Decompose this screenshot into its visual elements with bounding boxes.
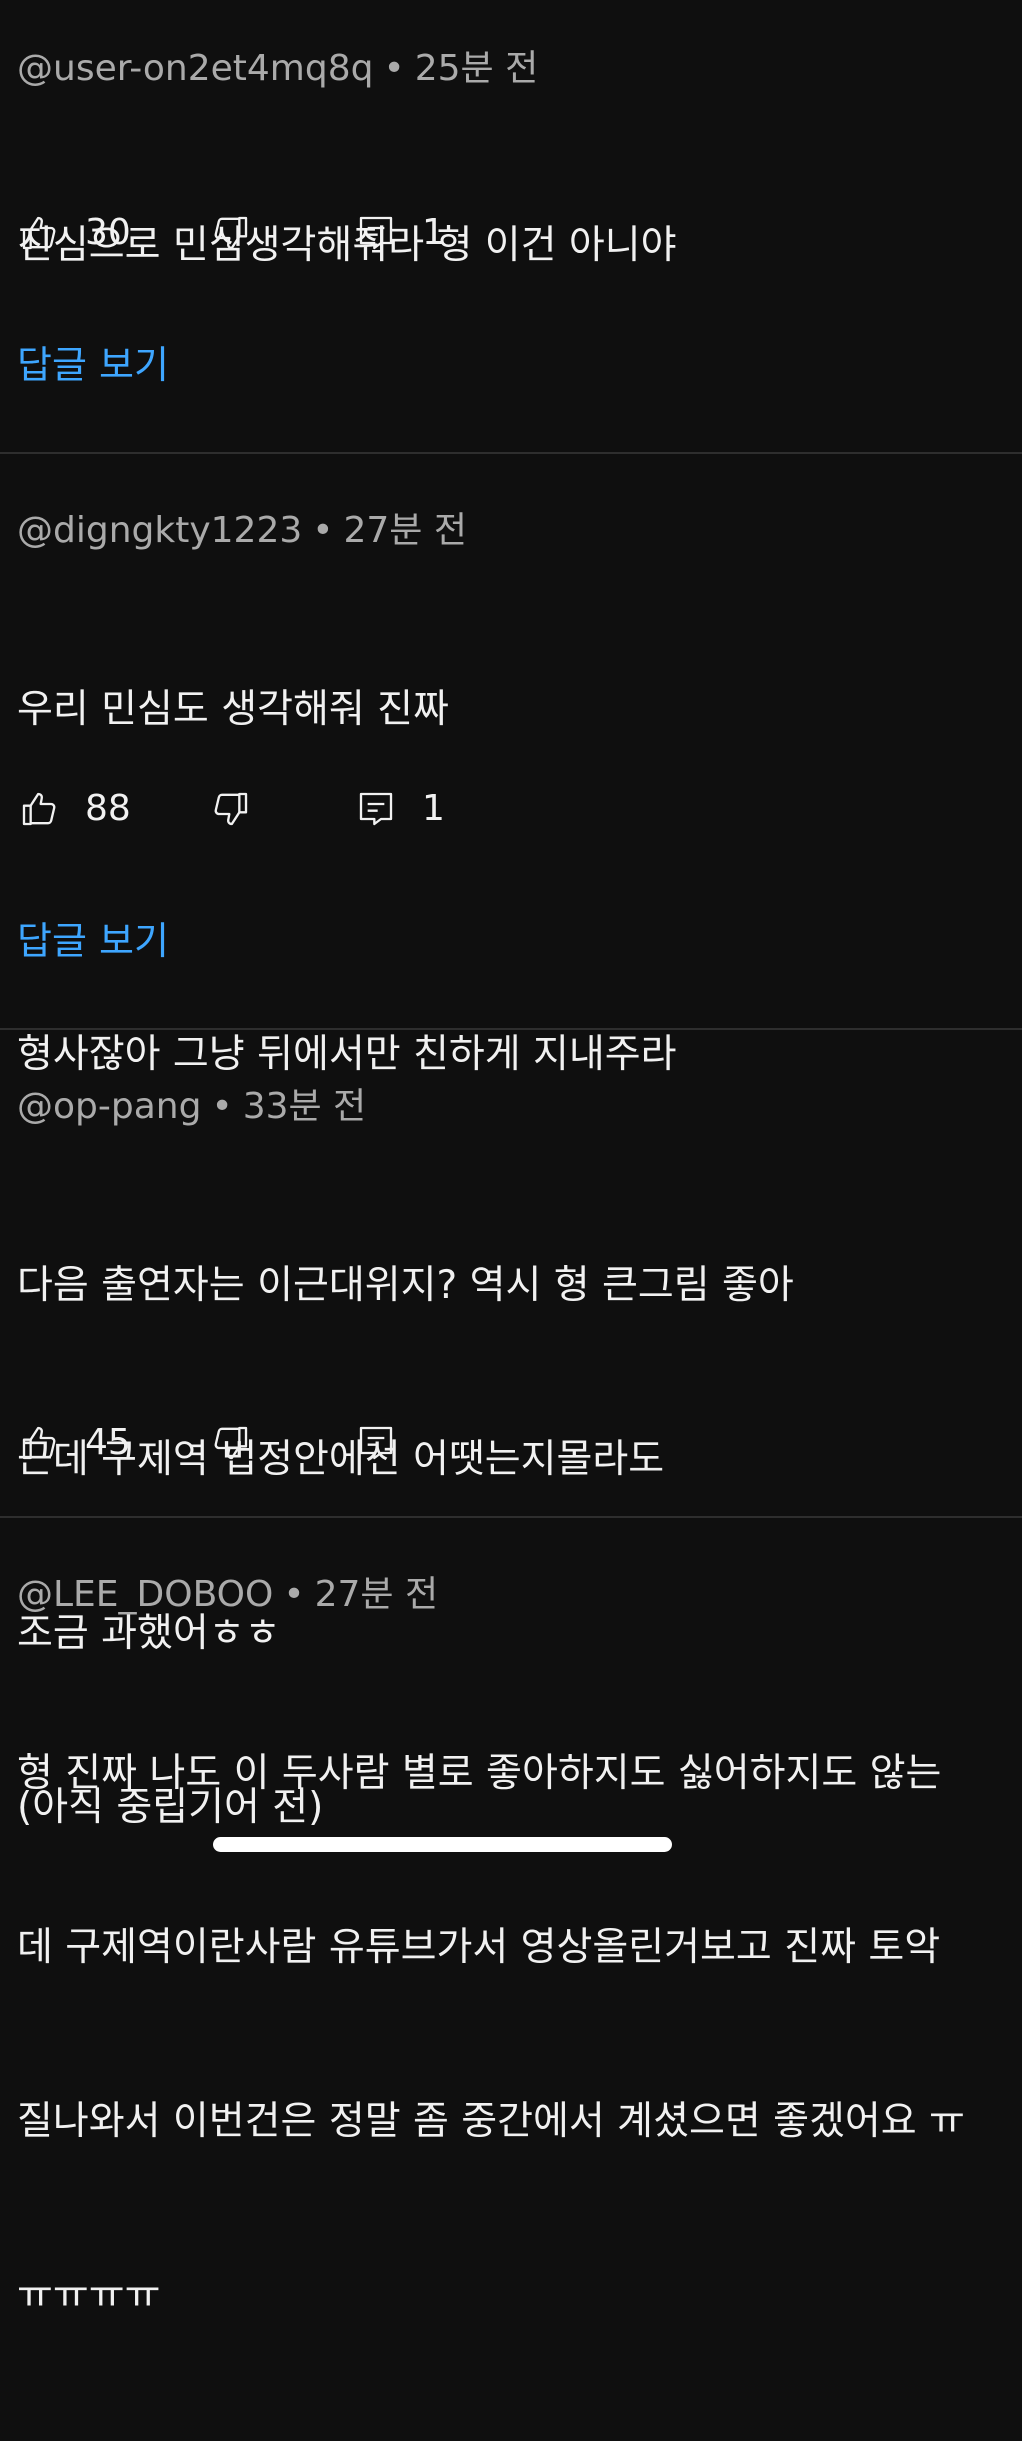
- reply-button[interactable]: 1: [356, 784, 445, 834]
- reply-count: 1: [422, 212, 445, 253]
- comment-line: 다음 출연자는 이근대위지? 역시 형 큰그림 좋아: [17, 1263, 794, 1308]
- like-button[interactable]: 45: [19, 1418, 131, 1468]
- separator-dot: •: [383, 48, 405, 89]
- comment-line: 형사잖아 그냥 뒤에서만 친하게 지내주라: [17, 1032, 677, 1077]
- thumbs-down-icon: [211, 789, 251, 829]
- divider: [0, 1516, 1022, 1518]
- dislike-button[interactable]: [211, 1418, 251, 1468]
- dislike-button[interactable]: [211, 208, 251, 258]
- reply-button[interactable]: [356, 1418, 396, 1468]
- comment-author[interactable]: @LEE_DOBOO: [17, 1574, 273, 1615]
- thumbs-down-icon: [211, 1423, 251, 1463]
- comment-reply-icon: [356, 213, 396, 253]
- comment-reply-icon: [356, 1423, 396, 1463]
- like-button[interactable]: 30: [19, 208, 131, 258]
- comment-line: [17, 855, 1022, 910]
- thumbs-down-icon: [211, 213, 251, 253]
- view-replies-link[interactable]: 답글 보기: [17, 340, 169, 390]
- like-button[interactable]: 88: [19, 784, 131, 834]
- separator-dot: •: [312, 510, 334, 551]
- comment-time: 33분 전: [242, 1086, 367, 1127]
- view-replies-link[interactable]: 답글 보기: [17, 916, 169, 966]
- comment-meta: @op-pang • 33분 전: [17, 1085, 366, 1129]
- reply-count: 1: [422, 788, 445, 829]
- comment-line: ㅠㅠㅠㅠ: [17, 2273, 161, 2318]
- comment-author[interactable]: @op-pang: [17, 1086, 201, 1127]
- comment-time: 25분 전: [414, 48, 539, 89]
- home-indicator[interactable]: [213, 1837, 672, 1852]
- comment-author[interactable]: @digngkty1223: [17, 510, 302, 551]
- dislike-button[interactable]: [211, 784, 251, 834]
- comment-line: 우리 민심도 생각해줘 진짜: [17, 687, 449, 732]
- comment-line: 형 진짜 나도 이 두사람 별로 좋아하지도 싫어하지도 않는: [17, 1751, 942, 1796]
- reply-button[interactable]: 1: [356, 208, 445, 258]
- comment-meta: @digngkty1223 • 27분 전: [17, 509, 467, 553]
- comment-meta: @LEE_DOBOO • 27분 전: [17, 1573, 438, 1617]
- comment-actions: 30 1: [17, 208, 617, 258]
- divider: [0, 452, 1022, 454]
- comment-line: 질나와서 이번건은 정말 좀 중간에서 계셨으면 좋겠어요 ㅠ: [17, 2099, 965, 2144]
- thumbs-up-icon: [19, 1423, 59, 1463]
- comment-actions: 88 1: [17, 784, 617, 834]
- like-count: 30: [85, 212, 131, 253]
- comment-reply-icon: [356, 789, 396, 829]
- comment-author[interactable]: @user-on2et4mq8q: [17, 48, 373, 89]
- like-count: 45: [85, 1422, 131, 1463]
- comment-text: 형 진짜 나도 이 두사람 별로 좋아하지도 싫어하지도 않는 데 구제역이란사…: [17, 1629, 1022, 2441]
- comment-actions: 45: [17, 1418, 617, 1468]
- separator-dot: •: [283, 1574, 305, 1615]
- separator-dot: •: [211, 1086, 233, 1127]
- divider: [0, 1028, 1022, 1030]
- comment-time: 27분 전: [343, 510, 468, 551]
- thumbs-up-icon: [19, 213, 59, 253]
- like-count: 88: [85, 788, 131, 829]
- thumbs-up-icon: [19, 789, 59, 829]
- comment-line: 데 구제역이란사람 유튜브가서 영상올린거보고 진짜 토악: [17, 1925, 941, 1970]
- comment-meta: @user-on2et4mq8q • 25분 전: [17, 47, 538, 91]
- comment-time: 27분 전: [314, 1574, 439, 1615]
